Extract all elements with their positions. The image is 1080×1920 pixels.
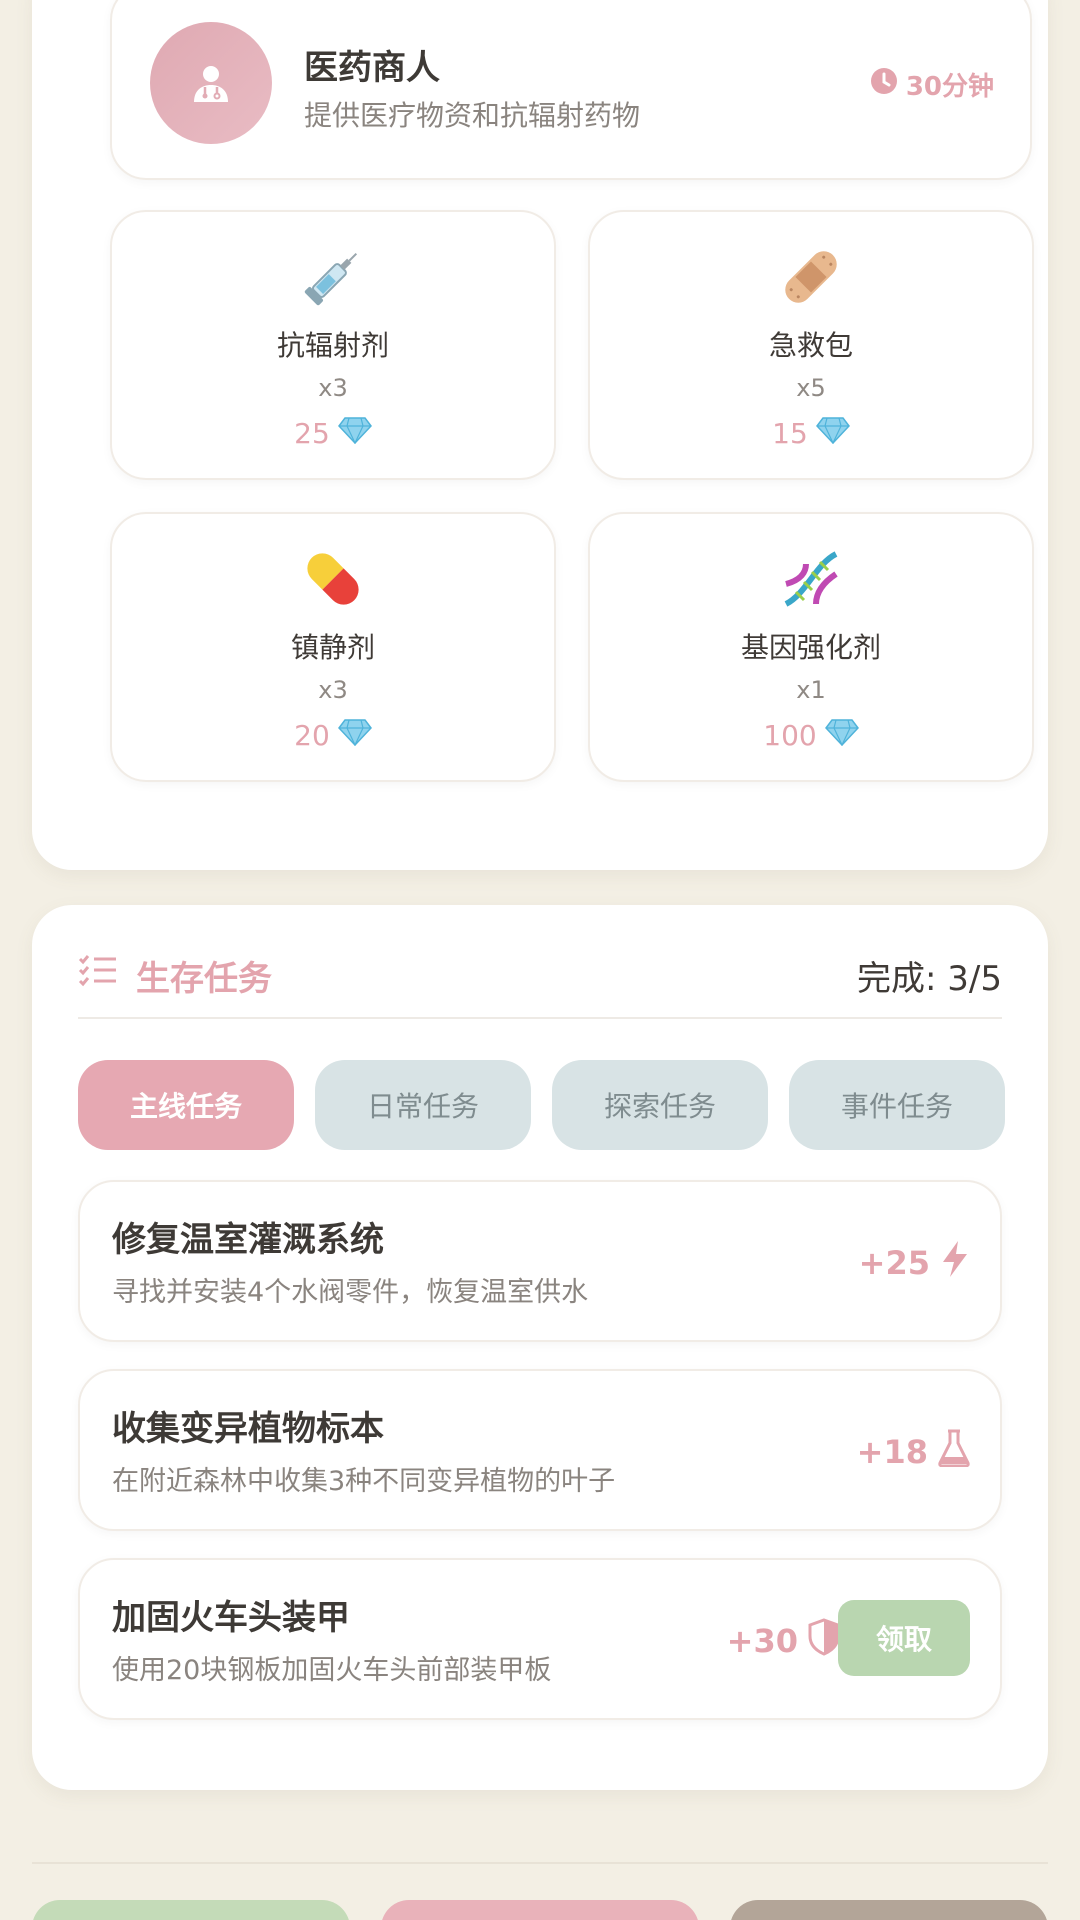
dna-icon	[590, 544, 1032, 614]
item-price: 20	[112, 718, 554, 753]
diamond-icon	[815, 416, 850, 451]
item-card-first-aid[interactable]: 急救包 x5 15	[588, 210, 1034, 480]
task-description: 使用20块钢板加固火车头前部装甲板	[112, 1655, 552, 1686]
task-reward-value: +18	[856, 1433, 928, 1471]
task-reward-value: +30	[726, 1622, 798, 1660]
divider	[78, 1017, 1002, 1019]
task-title: 收集变异植物标本	[112, 1409, 384, 1449]
item-name: 抗辐射剂	[276, 329, 389, 362]
item-price: 100	[590, 718, 1032, 753]
diamond-icon	[337, 718, 372, 753]
app-screen: 医药商人 提供医疗物资和抗辐射药物 30分钟 抗辐射剂 x3 25 急救包 x5…	[0, 0, 1080, 1920]
task-reward: +25	[859, 1240, 970, 1286]
item-price-value: 100	[763, 719, 817, 752]
task-reward: +30	[727, 1618, 840, 1664]
clock-icon	[870, 67, 898, 102]
task-description: 寻找并安装4个水阀零件，恢复温室供水	[112, 1277, 589, 1308]
shield-icon	[808, 1618, 840, 1664]
bandage-icon	[590, 242, 1032, 312]
item-name: 急救包	[768, 329, 853, 362]
merchant-panel: 医药商人 提供医疗物资和抗辐射药物 30分钟 抗辐射剂 x3 25 急救包 x5…	[32, 0, 1048, 870]
diamond-icon	[337, 416, 372, 451]
flask-icon	[938, 1429, 970, 1475]
tab-daily-quests[interactable]: 日常任务	[315, 1060, 531, 1150]
task-item[interactable]: 加固火车头装甲 使用20块钢板加固火车头前部装甲板 +30 领取	[78, 1558, 1002, 1720]
bottom-action-button-2[interactable]	[381, 1900, 699, 1920]
claim-reward-button[interactable]: 领取	[838, 1600, 970, 1676]
task-title: 加固火车头装甲	[112, 1598, 350, 1638]
syringe-icon	[112, 242, 554, 312]
merchant-timer: 30分钟	[870, 66, 994, 103]
tab-explore-quests[interactable]: 探索任务	[552, 1060, 768, 1150]
item-price-value: 20	[294, 719, 330, 752]
item-name: 基因强化剂	[740, 631, 881, 664]
tasks-progress: 完成: 3/5	[857, 959, 1002, 999]
task-description: 在附近森林中收集3种不同变异植物的叶子	[112, 1466, 616, 1497]
item-price: 25	[112, 416, 554, 451]
bottom-action-button-3[interactable]	[730, 1900, 1048, 1920]
divider	[32, 1862, 1048, 1864]
task-reward: +18	[857, 1429, 970, 1475]
item-price: 15	[590, 416, 1032, 451]
task-title: 修复温室灌溉系统	[112, 1220, 384, 1260]
tab-main-quests[interactable]: 主线任务	[78, 1060, 294, 1150]
task-item[interactable]: 修复温室灌溉系统 寻找并安装4个水阀零件，恢复温室供水 +25	[78, 1180, 1002, 1342]
task-item[interactable]: 收集变异植物标本 在附近森林中收集3种不同变异植物的叶子 +18	[78, 1369, 1002, 1531]
item-price-value: 25	[294, 417, 330, 450]
merchant-card[interactable]: 医药商人 提供医疗物资和抗辐射药物 30分钟	[110, 0, 1032, 180]
task-list-icon	[78, 953, 118, 991]
diamond-icon	[824, 718, 859, 753]
item-quantity: x1	[796, 676, 826, 704]
tasks-panel: 生存任务 完成: 3/5 主线任务 日常任务 探索任务 事件任务 修复温室灌溉系…	[32, 905, 1048, 1790]
task-reward-value: +25	[858, 1244, 930, 1282]
bottom-action-button-1[interactable]	[32, 1900, 350, 1920]
item-quantity: x3	[318, 374, 348, 402]
item-card-sedative[interactable]: 镇静剂 x3 20	[110, 512, 556, 782]
doctor-avatar-icon	[150, 22, 272, 144]
merchant-name: 医药商人	[304, 48, 440, 88]
item-name: 镇静剂	[290, 631, 375, 664]
item-card-anti-radiation[interactable]: 抗辐射剂 x3 25	[110, 210, 556, 480]
item-price-value: 15	[772, 417, 808, 450]
item-quantity: x3	[318, 676, 348, 704]
lightning-icon	[940, 1240, 970, 1286]
item-quantity: x5	[796, 374, 826, 402]
merchant-description: 提供医疗物资和抗辐射药物	[304, 99, 641, 132]
tasks-title: 生存任务	[136, 959, 272, 999]
merchant-timer-text: 30分钟	[905, 72, 994, 102]
tab-event-quests[interactable]: 事件任务	[789, 1060, 1005, 1150]
item-card-gene-enhancer[interactable]: 基因强化剂 x1 100	[588, 512, 1034, 782]
pill-icon	[112, 544, 554, 614]
